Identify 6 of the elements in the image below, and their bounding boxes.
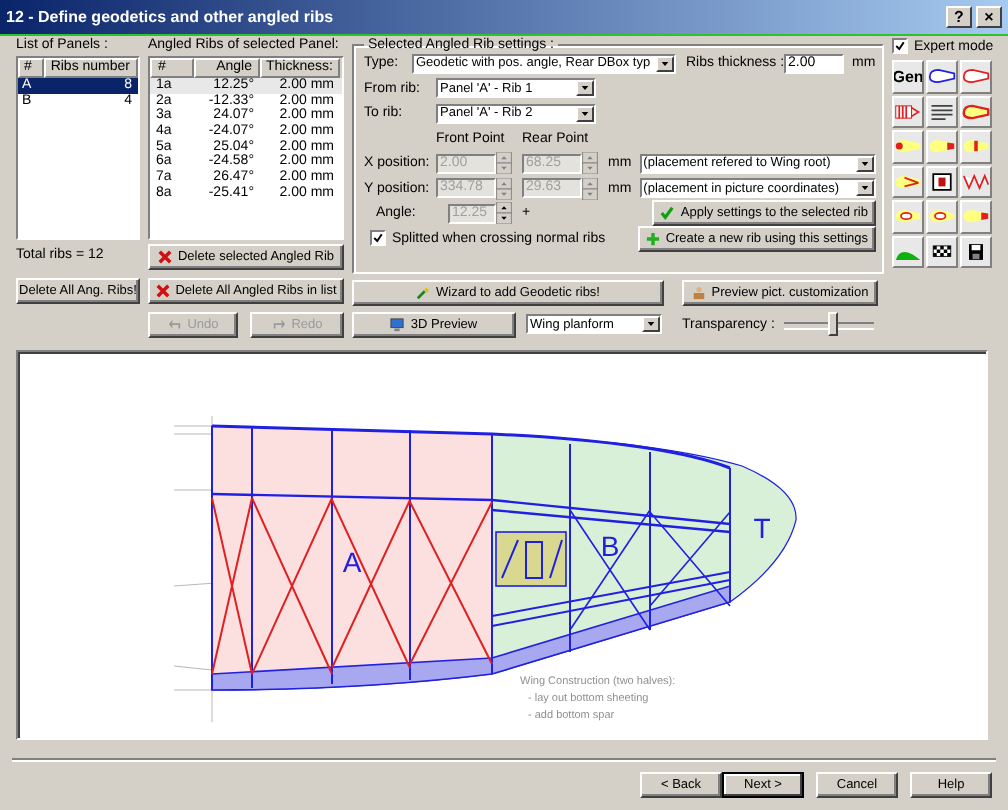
panel-letter: B: [600, 530, 620, 562]
window-title: 12 - Define geodetics and other angled ribs: [6, 8, 336, 26]
close-button[interactable]: ×: [976, 6, 1002, 28]
help-button[interactable]: ?: [946, 6, 972, 28]
panel-letter: T: [753, 512, 771, 544]
panel-letter: A: [342, 546, 362, 578]
